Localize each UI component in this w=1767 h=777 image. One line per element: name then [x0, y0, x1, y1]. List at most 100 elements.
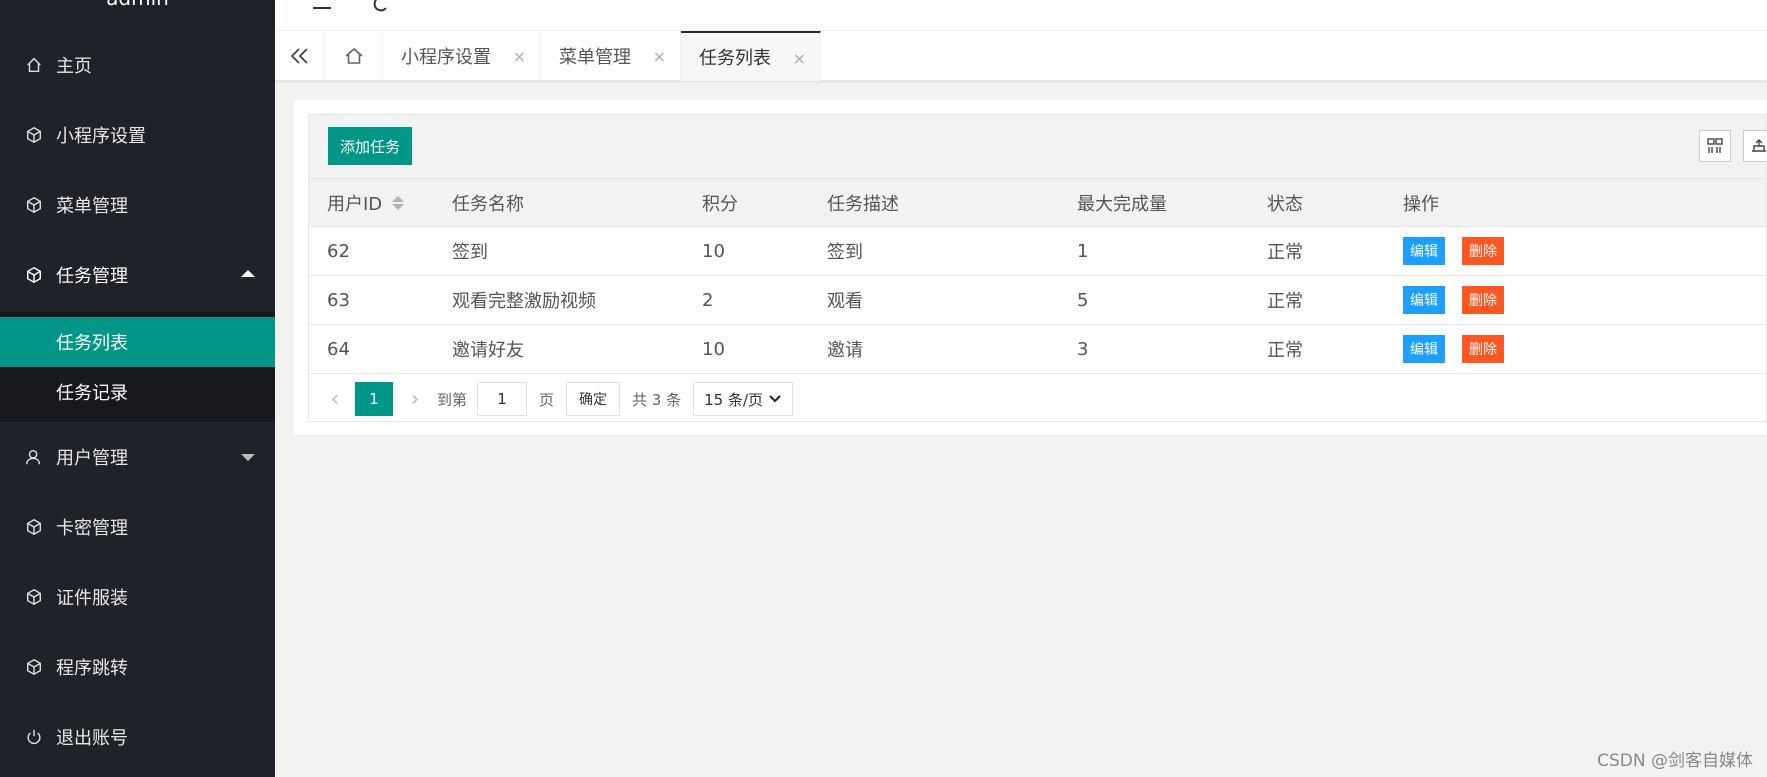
add-task-button[interactable]: 添加任务 [328, 127, 413, 165]
sidebar-item-program-jump[interactable]: 程序跳转 [0, 642, 275, 692]
cell-actions: 编辑 删除 [1403, 227, 1504, 275]
tab-label: 菜单管理 [559, 47, 631, 68]
sidebar-item-task-management[interactable]: 任务管理 [0, 250, 275, 300]
page-size-select[interactable]: 15 条/页 [693, 382, 794, 416]
close-icon[interactable]: × [653, 47, 666, 66]
sidebar-item-label: 用户管理 [56, 448, 128, 469]
sidebar-subitem-task-records[interactable]: 任务记录 [0, 367, 275, 417]
page-suffix-label: 页 [539, 390, 555, 409]
cell-points: 10 [702, 338, 725, 360]
total-count: 共 3 条 [632, 390, 682, 409]
cell-status: 正常 [1267, 340, 1303, 361]
cube-icon [24, 657, 44, 677]
page-jump-input[interactable] [477, 382, 528, 416]
sidebar-item-id-clothing[interactable]: 证件服装 [0, 572, 275, 622]
cell-status: 正常 [1267, 242, 1303, 263]
table-row: 63 观看完整激励视频 2 观看 5 正常 编辑 删除 [309, 276, 1766, 325]
table-toolbar: 添加任务 [309, 115, 1767, 179]
tab-miniprogram-settings[interactable]: 小程序设置 × [383, 31, 541, 81]
table-header: 用户ID 任务名称 积分 任务描述 最大完成量 状态 操作 [309, 179, 1766, 227]
prev-page-icon[interactable]: ‹ [323, 383, 347, 415]
cell-points: 2 [702, 289, 714, 311]
chevron-down-icon [769, 395, 781, 403]
header-points: 积分 [702, 193, 738, 215]
edit-button[interactable]: 编辑 [1403, 286, 1445, 314]
top-header [275, 0, 1767, 31]
sidebar-submenu: 任务列表 任务记录 [0, 312, 275, 422]
home-icon [24, 55, 44, 75]
cube-icon [24, 265, 44, 285]
cell-user-id: 64 [327, 338, 350, 360]
user-icon [24, 447, 44, 467]
sidebar-username: admin [0, 0, 275, 10]
sidebar-item-user-management[interactable]: 用户管理 [0, 432, 275, 482]
cell-status: 正常 [1267, 291, 1303, 312]
sidebar-subitem-label: 任务列表 [56, 333, 128, 354]
page-number-current[interactable]: 1 [355, 382, 393, 416]
cell-task-name: 签到 [452, 242, 488, 263]
refresh-icon[interactable] [367, 0, 397, 14]
tab-menu-management[interactable]: 菜单管理 × [541, 31, 681, 81]
header-actions: 操作 [1403, 193, 1439, 215]
sidebar-subitem-task-list[interactable]: 任务列表 [0, 317, 275, 367]
home-icon [344, 47, 363, 64]
delete-button[interactable]: 删除 [1462, 237, 1504, 265]
cell-description: 邀请 [827, 340, 863, 361]
sidebar: admin 主页 小程序设置 菜单管理 任务管理 任务列表 任务记录 [0, 0, 275, 777]
sidebar-item-label: 程序跳转 [56, 658, 128, 679]
cell-actions: 编辑 删除 [1403, 276, 1504, 324]
cell-task-name: 邀请好友 [452, 340, 524, 361]
sidebar-item-label: 菜单管理 [56, 196, 128, 217]
columns-filter-icon[interactable] [1699, 130, 1731, 162]
cell-user-id: 62 [327, 240, 350, 262]
sidebar-item-card-management[interactable]: 卡密管理 [0, 502, 275, 552]
edit-button[interactable]: 编辑 [1403, 237, 1445, 265]
edit-button[interactable]: 编辑 [1403, 335, 1445, 363]
tab-scroll-left-button[interactable] [275, 31, 325, 81]
tab-bar: 小程序设置 × 菜单管理 × 任务列表 × [275, 31, 1767, 81]
delete-button[interactable]: 删除 [1462, 286, 1504, 314]
header-label: 用户ID [327, 193, 383, 215]
sidebar-item-label: 小程序设置 [56, 126, 146, 147]
next-page-icon[interactable]: › [403, 383, 427, 415]
close-icon[interactable]: × [793, 49, 806, 68]
sidebar-item-label: 任务管理 [56, 266, 128, 287]
sidebar-item-menu-management[interactable]: 菜单管理 [0, 180, 275, 230]
table-row: 64 邀请好友 10 邀请 3 正常 编辑 删除 [309, 325, 1766, 374]
cell-task-name: 观看完整激励视频 [452, 291, 596, 312]
header-description: 任务描述 [827, 193, 899, 215]
power-icon [24, 727, 44, 747]
header-max-completions: 最大完成量 [1077, 193, 1167, 215]
table-row: 62 签到 10 签到 1 正常 编辑 删除 [309, 227, 1766, 276]
tab-task-list[interactable]: 任务列表 × [681, 31, 821, 81]
sidebar-item-logout[interactable]: 退出账号 [0, 712, 275, 762]
cell-max-completions: 1 [1077, 240, 1089, 262]
chevron-up-icon [241, 270, 255, 277]
close-icon[interactable]: × [513, 47, 526, 66]
sidebar-item-label: 证件服装 [56, 588, 128, 609]
sidebar-item-miniprogram-settings[interactable]: 小程序设置 [0, 110, 275, 160]
header-status: 状态 [1267, 193, 1303, 215]
cell-actions: 编辑 删除 [1403, 325, 1504, 373]
tab-label: 任务列表 [699, 48, 771, 69]
sidebar-item-label: 卡密管理 [56, 518, 128, 539]
cell-description: 观看 [827, 291, 863, 312]
header-task-name: 任务名称 [452, 193, 524, 215]
tab-home[interactable] [325, 31, 383, 81]
sidebar-item-label: 退出账号 [56, 728, 128, 749]
cell-points: 10 [702, 240, 725, 262]
chevron-down-icon [241, 454, 255, 461]
watermark: CSDN @剑客自媒体 [1597, 751, 1753, 771]
goto-label: 到第 [437, 390, 468, 409]
sidebar-item-label: 主页 [56, 56, 92, 77]
cell-max-completions: 3 [1077, 338, 1089, 360]
page-jump-confirm-button[interactable]: 确定 [566, 382, 621, 416]
header-user-id[interactable]: 用户ID [327, 179, 405, 226]
shrink-sidebar-icon[interactable] [307, 0, 337, 14]
export-icon[interactable] [1743, 130, 1767, 162]
sort-icon[interactable] [392, 195, 405, 210]
double-chevron-left-icon [290, 48, 308, 64]
delete-button[interactable]: 删除 [1462, 335, 1504, 363]
cube-icon [24, 587, 44, 607]
sidebar-item-home[interactable]: 主页 [0, 40, 275, 90]
